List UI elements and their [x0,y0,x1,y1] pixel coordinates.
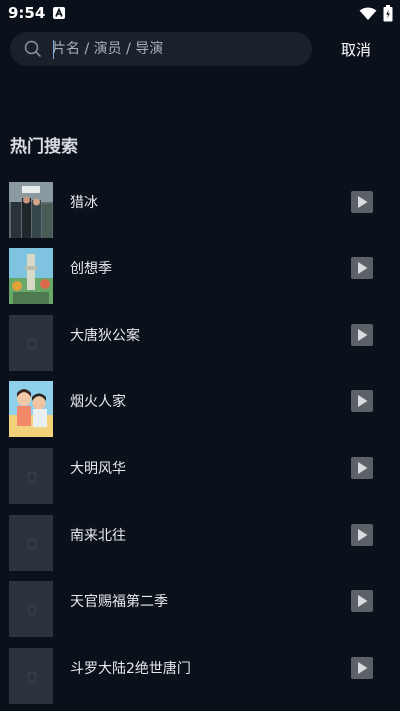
status-time: 9:54 [8,4,46,22]
play-button[interactable] [351,390,373,412]
poster-placeholder [9,515,53,571]
search-icon [24,40,42,62]
item-title: 天官赐福第二季 [70,594,168,610]
search-box[interactable] [10,32,312,66]
text-cursor [53,40,54,59]
list-item[interactable]: 大唐狄公案 [0,309,400,373]
notification-a-icon [53,7,65,19]
play-icon [351,590,373,612]
play-icon [351,457,373,479]
poster-placeholder [9,648,53,704]
battery-icon [383,5,393,26]
poster-image [9,182,53,238]
cancel-button[interactable]: 取消 [332,36,380,64]
list-item[interactable]: 烟火人家 [0,375,400,439]
play-icon [351,257,373,279]
item-title: 大明风华 [70,461,126,477]
play-icon [351,657,373,679]
placeholder-icon [28,339,36,349]
poster-image [9,248,53,304]
play-button[interactable] [351,657,373,679]
item-title: 创想季 [70,261,112,277]
list-item[interactable]: 猎冰 [0,176,400,240]
hot-search-title: 热门搜索 [10,137,78,157]
item-title: 大唐狄公案 [70,328,140,344]
poster-placeholder [9,315,53,371]
play-button[interactable] [351,524,373,546]
play-button[interactable] [351,324,373,346]
play-button[interactable] [351,590,373,612]
poster-placeholder [9,448,53,504]
search-input[interactable] [52,32,302,66]
poster-placeholder [9,581,53,637]
list-item[interactable]: 斗罗大陆2绝世唐门 [0,642,400,706]
placeholder-icon [28,472,36,482]
list-item[interactable]: 天官赐福第二季 [0,575,400,639]
play-button[interactable] [351,257,373,279]
play-button[interactable] [351,191,373,213]
placeholder-icon [28,672,36,682]
list-item[interactable]: 大明风华 [0,442,400,506]
placeholder-icon [28,539,36,549]
play-icon [351,191,373,213]
list-item[interactable]: 创想季 [0,242,400,306]
play-icon [351,324,373,346]
item-title: 南来北往 [70,528,126,544]
item-title: 斗罗大陆2绝世唐门 [70,661,191,677]
item-title: 烟火人家 [70,394,126,410]
poster-image [9,381,53,437]
play-icon [351,524,373,546]
item-title: 猎冰 [70,195,98,211]
play-button[interactable] [351,457,373,479]
status-bar: 9:54 [0,0,400,28]
placeholder-icon [28,605,36,615]
play-icon [351,390,373,412]
list-item[interactable]: 南来北往 [0,509,400,573]
wifi-icon [359,6,377,25]
